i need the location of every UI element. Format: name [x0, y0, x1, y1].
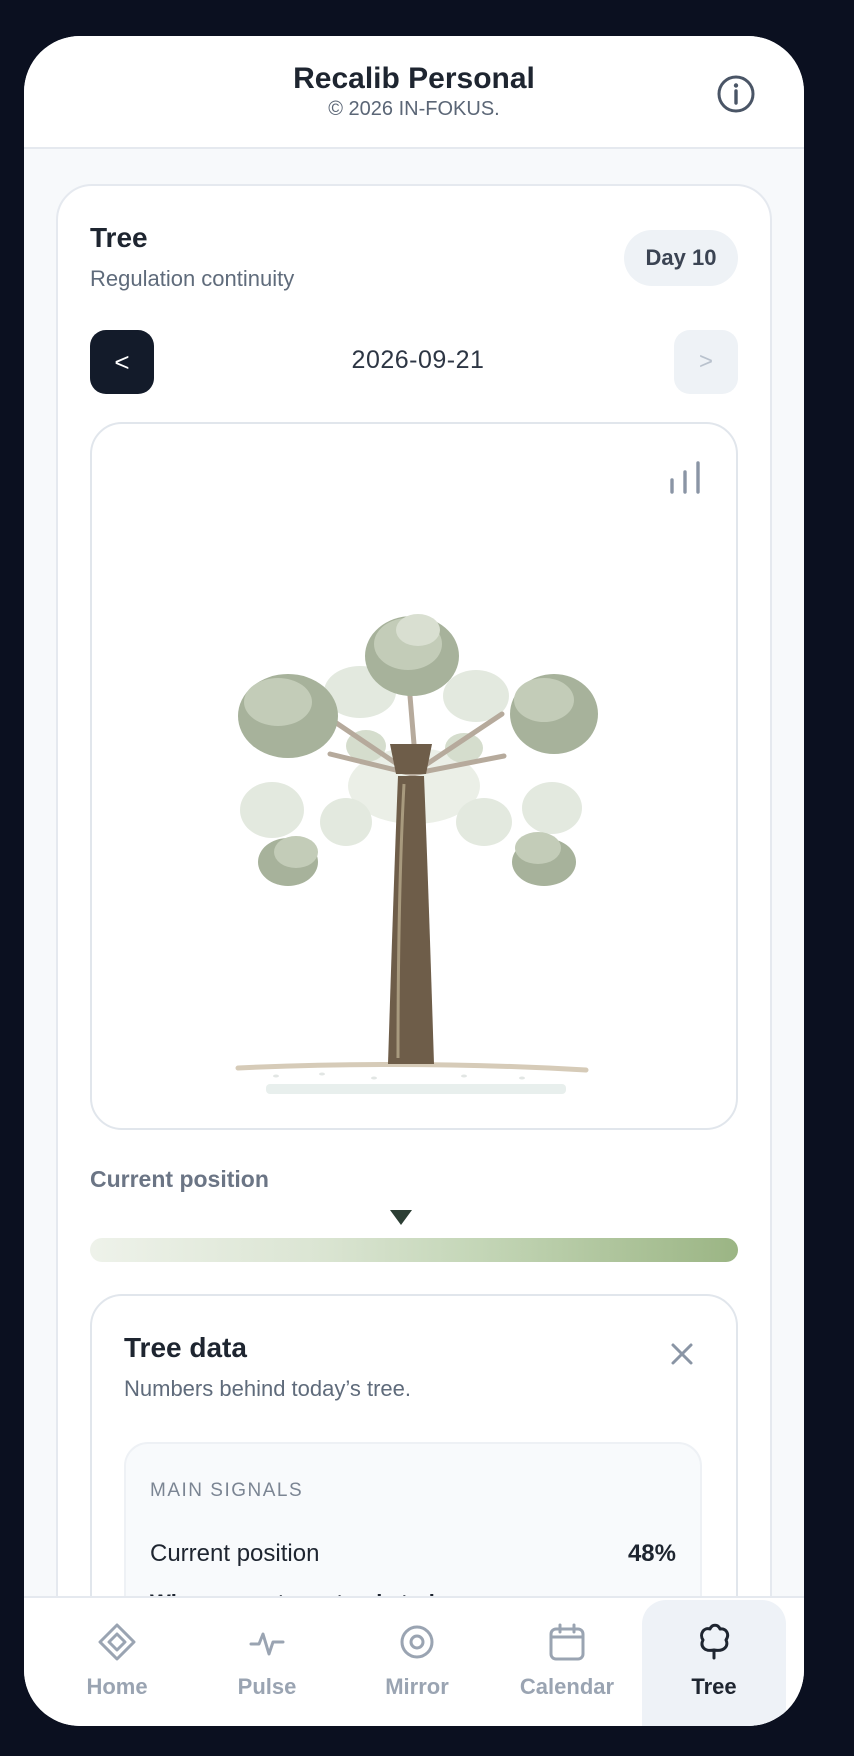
tab-mirror[interactable]: Mirror — [352, 1600, 482, 1726]
tree-card: Tree Regulation continuity Day 10 < 2026… — [56, 184, 772, 1634]
tab-tree-label: Tree — [691, 1674, 737, 1699]
app-header: Recalib Personal © 2026 IN-FOKUS. — [24, 36, 804, 149]
app-title: Recalib Personal — [293, 62, 535, 95]
tree-data-title: Tree data — [124, 1332, 247, 1363]
close-icon — [671, 1343, 693, 1365]
tree-icon — [700, 1623, 730, 1660]
current-position-label: Current position — [90, 1166, 269, 1192]
tree-card-subtitle: Regulation continuity — [90, 266, 295, 291]
next-day-button[interactable]: > — [674, 330, 738, 394]
main-scroll-area[interactable]: Tree Regulation continuity Day 10 < 2026… — [24, 149, 804, 1634]
signal-name: Current position — [150, 1540, 320, 1567]
phone-screen: Recalib Personal © 2026 IN-FOKUS. Tree R… — [24, 36, 804, 1726]
copyright-text: © 2026 IN-FOKUS. — [328, 98, 500, 120]
pulse-icon — [249, 1632, 285, 1656]
current-date: 2026-09-21 — [351, 346, 485, 374]
tab-home[interactable]: Home — [52, 1600, 182, 1726]
position-marker — [390, 1210, 413, 1225]
signal-value: 48% — [627, 1540, 676, 1567]
day-badge: Day 10 — [624, 230, 738, 286]
calendar-icon — [549, 1623, 585, 1661]
main-signals-heading: MAIN SIGNALS — [150, 1480, 304, 1501]
tab-calendar-label: Calendar — [519, 1674, 615, 1699]
bottom-tab-bar: Home Pulse Mirror Calendar Tree — [24, 1596, 804, 1726]
tab-pulse[interactable]: Pulse — [202, 1600, 332, 1726]
info-icon — [717, 75, 755, 113]
tab-pulse-label: Pulse — [237, 1674, 297, 1699]
diamond-icon — [98, 1623, 136, 1661]
tab-mirror-label: Mirror — [385, 1674, 449, 1699]
info-button[interactable] — [716, 74, 756, 114]
tree-data-subtitle: Numbers behind today’s tree. — [124, 1376, 411, 1401]
eye-icon — [400, 1625, 434, 1659]
position-gradient-bar — [90, 1238, 738, 1262]
tree-illustration — [235, 614, 598, 1094]
tree-data-panel: Tree data Numbers behind today’s tree. M… — [90, 1294, 738, 1634]
tree-card-title: Tree — [90, 222, 148, 253]
tab-calendar[interactable]: Calendar — [502, 1600, 632, 1726]
tab-home-label: Home — [86, 1674, 148, 1699]
previous-day-button[interactable]: < — [90, 330, 154, 394]
tree-visual-panel — [90, 422, 738, 1130]
close-tree-data-button[interactable] — [666, 1338, 698, 1370]
tab-tree[interactable]: Tree — [642, 1600, 786, 1726]
